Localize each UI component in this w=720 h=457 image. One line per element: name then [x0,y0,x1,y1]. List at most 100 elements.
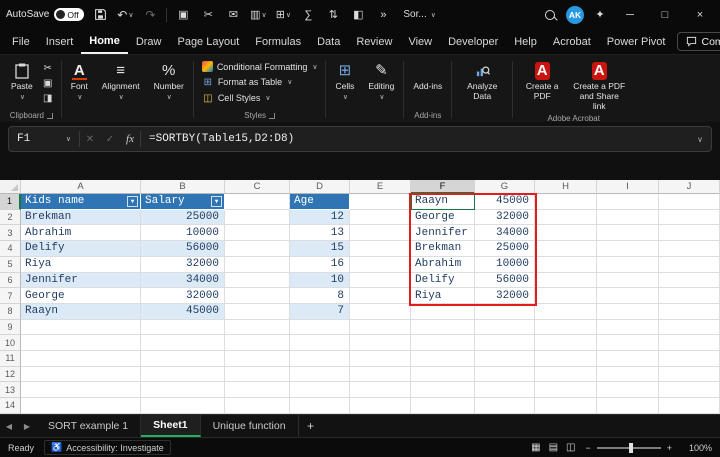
cell-B11[interactable] [141,351,225,367]
zoom-level[interactable]: 100% [682,443,712,453]
cell-F5[interactable]: Abrahim [411,257,475,273]
row-header-14[interactable]: 14 [0,398,21,414]
cell-G2[interactable]: 32000 [475,210,535,226]
cell-C6[interactable] [225,273,290,289]
cell-G3[interactable]: 34000 [475,225,535,241]
cell-F6[interactable]: Delify [411,273,475,289]
cell-F3[interactable]: Jennifer [411,225,475,241]
page-layout-view-icon[interactable]: ▤ [549,442,558,453]
cell-J13[interactable] [659,382,720,398]
cell-F7[interactable]: Riya [411,288,475,304]
addins-button[interactable]: Add-ins [409,59,446,95]
cells-button[interactable]: ⊞ Cells ∨ [331,59,358,105]
cell-A5[interactable]: Riya [21,257,141,273]
cell-D14[interactable] [290,398,350,414]
cell-D7[interactable]: 8 [290,288,350,304]
undo-icon[interactable]: ↶∨ [116,6,134,24]
cell-H11[interactable] [535,351,597,367]
row-header-9[interactable]: 9 [0,320,21,336]
row-header-10[interactable]: 10 [0,335,21,351]
cell-J9[interactable] [659,320,720,336]
cell-D13[interactable] [290,382,350,398]
cell-C5[interactable] [225,257,290,273]
cell-G10[interactable] [475,335,535,351]
cell-D12[interactable] [290,367,350,383]
cell-J5[interactable] [659,257,720,273]
cell-E13[interactable] [350,382,411,398]
qat-sort-dropdown[interactable]: Sor... ∨ [399,7,439,22]
format-as-table-button[interactable]: ⊞ Format as Table ∨ [199,75,321,89]
cell-A6[interactable]: Jennifer [21,273,141,289]
copy-icon[interactable]: ▣ [174,6,192,24]
cell-H13[interactable] [535,382,597,398]
cell-F9[interactable] [411,320,475,336]
row-header-11[interactable]: 11 [0,351,21,367]
page-break-view-icon[interactable]: ◫ [566,442,575,453]
save-icon[interactable] [91,6,109,24]
cell-D6[interactable]: 10 [290,273,350,289]
cell-E9[interactable] [350,320,411,336]
cell-C2[interactable] [225,210,290,226]
cell-E3[interactable] [350,225,411,241]
cell-A9[interactable] [21,320,141,336]
cell-I11[interactable] [597,351,659,367]
formula-input[interactable]: =SORTBY(Table15,D2:D8) [141,133,689,145]
cell-J8[interactable] [659,304,720,320]
normal-view-icon[interactable]: ▦ [531,442,540,453]
cell-G7[interactable]: 32000 [475,288,535,304]
cell-B4[interactable]: 56000 [141,241,225,257]
cell-G6[interactable]: 56000 [475,273,535,289]
cell-C9[interactable] [225,320,290,336]
cell-C14[interactable] [225,398,290,414]
column-header-D[interactable]: D [290,180,350,194]
cell-F4[interactable]: Brekman [411,241,475,257]
cell-D11[interactable] [290,351,350,367]
column-header-E[interactable]: E [350,180,411,194]
tab-draw[interactable]: Draw [128,29,170,54]
cell-H9[interactable] [535,320,597,336]
cell-J14[interactable] [659,398,720,414]
zoom-out-icon[interactable]: − [585,443,590,453]
cell-C10[interactable] [225,335,290,351]
column-header-A[interactable]: A [21,180,141,194]
dialog-launcher-icon[interactable] [47,113,53,119]
cell-A12[interactable] [21,367,141,383]
cell-C12[interactable] [225,367,290,383]
cell-D3[interactable]: 13 [290,225,350,241]
avatar[interactable]: AK [566,6,584,24]
column-header-I[interactable]: I [597,180,659,194]
cell-F8[interactable] [411,304,475,320]
cell-J12[interactable] [659,367,720,383]
cell-B1[interactable]: Salary▼ [141,194,225,210]
sheet-tab-sheet1[interactable]: Sheet1 [141,415,200,437]
cell-H12[interactable] [535,367,597,383]
insert-function-icon[interactable]: fx [120,133,140,145]
cell-E6[interactable] [350,273,411,289]
cell-D1[interactable]: Age [290,194,350,210]
row-header-7[interactable]: 7 [0,288,21,304]
minimize-button[interactable]: ─ [616,0,644,29]
column-header-B[interactable]: B [141,180,225,194]
cell-E5[interactable] [350,257,411,273]
tab-file[interactable]: File [4,29,38,54]
sort-icon[interactable]: ⇅ [324,6,342,24]
cell-E8[interactable] [350,304,411,320]
cell-E4[interactable] [350,241,411,257]
cell-B14[interactable] [141,398,225,414]
cell-G12[interactable] [475,367,535,383]
row-header-1[interactable]: 1 [0,194,21,210]
cell-J3[interactable] [659,225,720,241]
cell-I1[interactable] [597,194,659,210]
cell-I7[interactable] [597,288,659,304]
cell-A14[interactable] [21,398,141,414]
cell-D9[interactable] [290,320,350,336]
cell-F12[interactable] [411,367,475,383]
cell-D8[interactable]: 7 [290,304,350,320]
table-icon[interactable]: ⊞∨ [274,6,292,24]
row-header-6[interactable]: 6 [0,273,21,289]
cell-H14[interactable] [535,398,597,414]
font-button[interactable]: A Font ∨ [67,59,92,105]
cell-G5[interactable]: 10000 [475,257,535,273]
cell-A3[interactable]: Abrahim [21,225,141,241]
cell-H7[interactable] [535,288,597,304]
